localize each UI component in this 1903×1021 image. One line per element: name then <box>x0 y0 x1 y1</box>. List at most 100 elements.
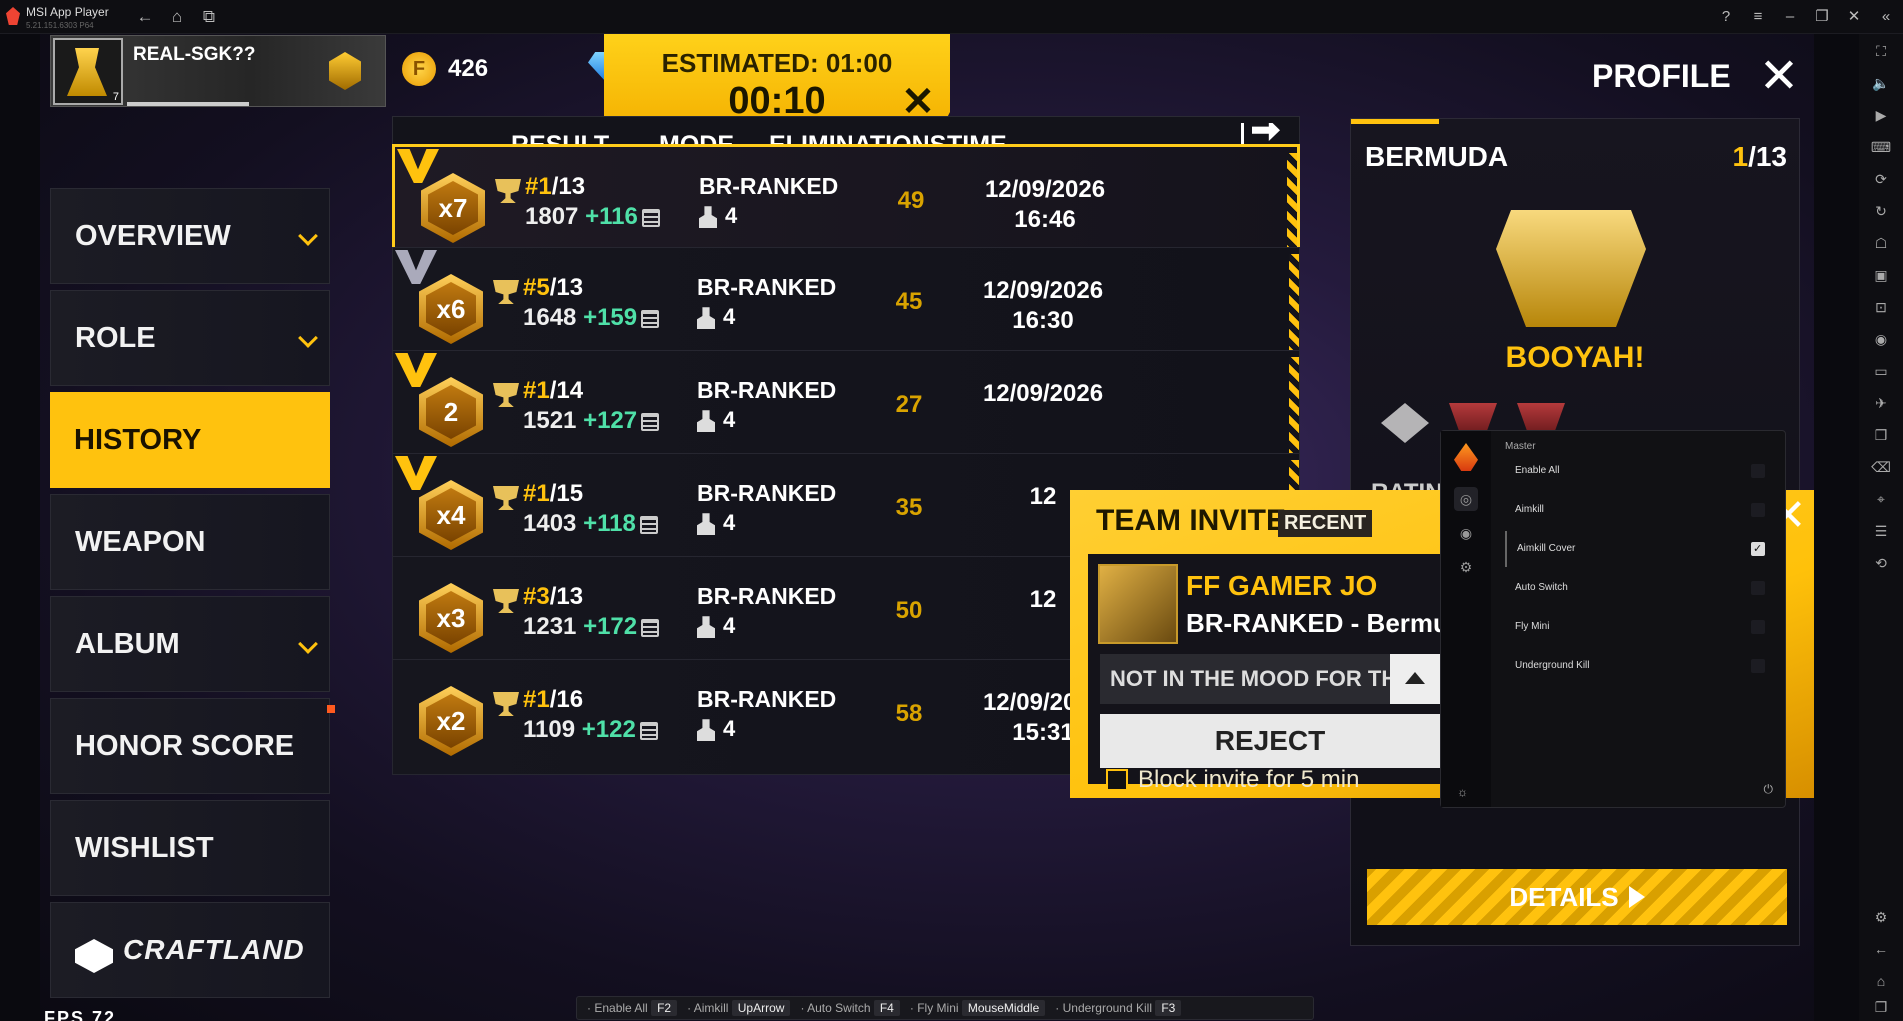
score-value: 1231 <box>523 613 577 640</box>
eraser-icon[interactable]: ⌫ <box>1869 456 1893 478</box>
fullscreen-icon[interactable]: ⛶ <box>1869 40 1893 62</box>
flame-logo-icon <box>1454 443 1478 471</box>
keyboard-icon[interactable]: ⌨ <box>1869 136 1893 158</box>
list-icon[interactable] <box>641 412 660 431</box>
back-icon[interactable]: ← <box>134 6 156 28</box>
overlay-checkbox[interactable] <box>1751 531 1765 567</box>
rotate-icon[interactable]: ⟲ <box>1869 552 1893 574</box>
match-time: 12/09/2026 16:46 <box>965 175 1125 235</box>
overlay-checkbox[interactable] <box>1751 620 1765 634</box>
booyah-emblem-icon <box>1496 210 1646 327</box>
nav-item-album[interactable]: ALBUM <box>50 596 330 692</box>
wings-icon <box>395 353 437 387</box>
streak-badge: x7 <box>421 173 485 243</box>
restore-icon[interactable]: ❐ <box>1810 6 1834 28</box>
nav-label: HONOR SCORE <box>75 729 295 762</box>
rank: #1/15 <box>523 480 583 508</box>
squad-count: 4 <box>723 407 736 432</box>
history-row[interactable]: x7 #1/13 1807 +116 BR-RANKED 4 49 12/09/2026 16… <box>392 144 1300 260</box>
award-icon[interactable] <box>1381 403 1429 443</box>
squad-size: 4 <box>697 716 735 742</box>
nav-item-weapon[interactable]: WEAPON <box>50 494 330 590</box>
gear-icon[interactable]: ⚙ <box>1454 555 1478 579</box>
macro-icon[interactable]: ⟳ <box>1869 168 1893 190</box>
fps-counter: FPS 72 <box>44 1008 117 1021</box>
menu-icon[interactable]: ≡ <box>1746 6 1770 28</box>
reject-button[interactable]: REJECT <box>1100 714 1440 768</box>
overlay-item[interactable]: Aimkill Cover <box>1505 531 1775 567</box>
list-icon[interactable] <box>641 309 660 328</box>
wings-icon <box>397 149 439 183</box>
overlay-checkbox[interactable] <box>1751 581 1765 595</box>
person-icon <box>697 719 715 742</box>
overlay-checkbox[interactable] <box>1751 659 1765 673</box>
nav-item-role[interactable]: ROLE <box>50 290 330 386</box>
rank: #5/13 <box>523 274 583 302</box>
eye-icon[interactable]: ◉ <box>1454 521 1478 545</box>
robot-icon[interactable]: ☖ <box>1869 232 1893 254</box>
inviter-name: FF GAMER JO <box>1186 570 1378 601</box>
block-invite-option[interactable]: Block invite for 5 min <box>1106 766 1359 794</box>
gold-balance[interactable]: F 426 <box>402 52 488 86</box>
craftland-logo-icon <box>75 939 113 973</box>
power-icon[interactable]: ⏻ <box>1764 782 1774 797</box>
help-icon[interactable]: ? <box>1714 6 1738 28</box>
overlay-item[interactable]: Fly Mini <box>1505 609 1775 645</box>
match-mode: BR-RANKED <box>697 480 837 506</box>
chevron-up-icon[interactable] <box>1390 654 1440 704</box>
back-icon[interactable]: ← <box>1869 938 1893 960</box>
sun-icon[interactable]: ☼ <box>1457 785 1468 799</box>
details-button[interactable]: DETAILS <box>1367 869 1787 925</box>
overlay-item[interactable]: Aimkill <box>1505 492 1775 528</box>
layers-icon[interactable]: ☰ <box>1869 520 1893 542</box>
settings-icon[interactable]: ⚙ <box>1869 906 1893 928</box>
nav-item-overview[interactable]: OVERVIEW <box>50 188 330 284</box>
minimize-icon[interactable]: – <box>1778 6 1802 28</box>
notification-dot <box>327 705 335 713</box>
folder-icon[interactable]: ▭ <box>1869 360 1893 382</box>
history-row[interactable]: x6 #5/13 1648 +159 BR-RANKED 4 45 12/09/2026 16… <box>392 247 1300 363</box>
nav-item-honor-score[interactable]: HONOR SCORE <box>50 698 335 794</box>
streak-value: x2 <box>426 694 476 748</box>
play-icon[interactable]: ▶ <box>1869 104 1893 126</box>
home-icon[interactable]: ⌂ <box>166 6 188 28</box>
overlay-rail: ◎ ◉ ⚙ <box>1441 431 1491 807</box>
record-icon[interactable]: ◉ <box>1869 328 1893 350</box>
close-profile-button[interactable]: ✕ <box>1754 52 1804 102</box>
score: 1231 +172 <box>523 613 660 641</box>
list-icon[interactable] <box>641 618 660 637</box>
list-icon[interactable] <box>641 208 660 227</box>
list-icon[interactable] <box>639 721 658 740</box>
overlay-checkbox[interactable] <box>1751 503 1765 517</box>
home-icon[interactable]: ⌂ <box>1869 970 1893 992</box>
crosshair-icon[interactable]: ◎ <box>1454 487 1478 511</box>
player-card[interactable]: 7 REAL-SGK?? <box>50 35 386 107</box>
screenshot-icon[interactable]: ⊡ <box>1869 296 1893 318</box>
overlay-checkbox[interactable] <box>1751 464 1765 478</box>
multi-instance-icon[interactable]: ❒ <box>1869 424 1893 446</box>
close-icon[interactable]: ✕ <box>1842 6 1866 28</box>
overlay-item[interactable]: Underground Kill <box>1505 648 1775 684</box>
overlay-item[interactable]: Auto Switch <box>1505 570 1775 606</box>
nav-item-wishlist[interactable]: WISHLIST <box>50 800 330 896</box>
sync-icon[interactable]: ↻ <box>1869 200 1893 222</box>
apk-icon[interactable]: ▣ <box>1869 264 1893 286</box>
rank-total: /16 <box>549 686 584 713</box>
recent-apps-icon[interactable]: ❐ <box>1869 996 1893 1018</box>
collapse-sidebar-icon[interactable]: « <box>1874 6 1898 28</box>
invite-body: FF GAMER JO BR-RANKED - Bermuda NOT IN T… <box>1088 554 1479 784</box>
squad-size: 4 <box>697 510 735 536</box>
airplane-icon[interactable]: ✈ <box>1869 392 1893 414</box>
overlay-item[interactable]: Enable All <box>1505 453 1775 489</box>
location-icon[interactable]: ⌖ <box>1869 488 1893 510</box>
reject-reason-select[interactable]: NOT IN THE MOOD FOR THIS <box>1100 654 1390 704</box>
multi-window-icon[interactable]: ⧉ <box>198 6 220 28</box>
craftland-button[interactable]: CRAFTLAND <box>50 902 330 998</box>
volume-icon[interactable]: 🔈 <box>1869 72 1893 94</box>
list-icon[interactable] <box>639 515 658 534</box>
squad-size: 4 <box>697 613 735 639</box>
history-row[interactable]: 2 #1/14 1521 +127 BR-RANKED 4 27 12/09/2026 <box>392 350 1300 466</box>
nav-item-history[interactable]: HISTORY <box>50 392 330 488</box>
overlay-item-label: Aimkill <box>1515 504 1544 515</box>
block-invite-checkbox[interactable] <box>1106 769 1128 791</box>
